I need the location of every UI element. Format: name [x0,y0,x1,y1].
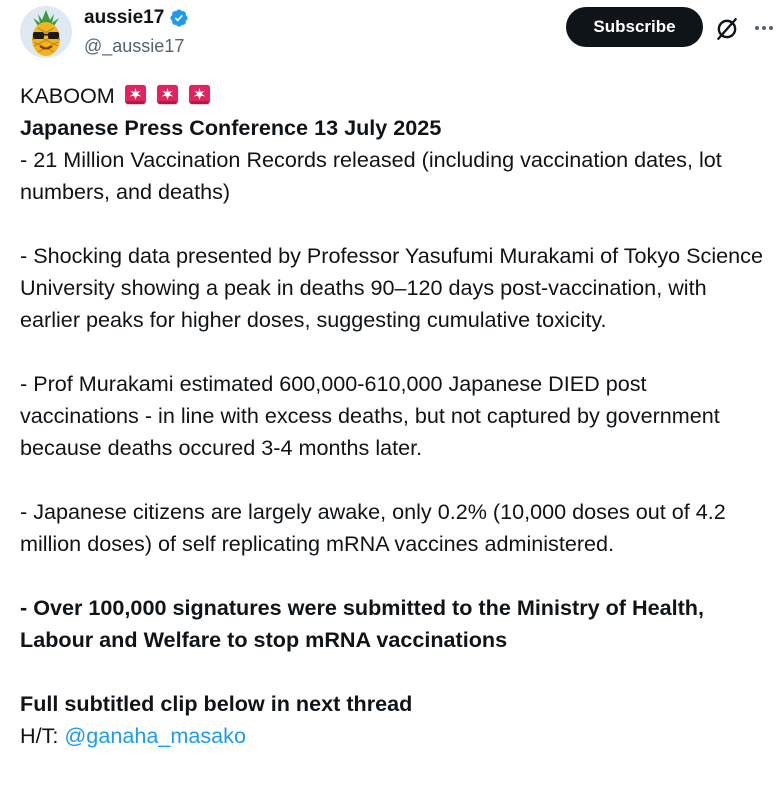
post-paragraph-4: - Japanese citizens are largely awake, o… [20,499,726,556]
more-options-icon[interactable] [750,14,778,42]
post-hat-tip: H/T: @ganaha_masako [20,720,770,752]
hat-tip-prefix: H/T: [20,723,65,748]
post-paragraph-1: - 21 Million Vaccination Records release… [20,147,722,204]
grok-icon[interactable] [714,16,740,42]
author-handle[interactable]: @_aussie17 [84,34,184,58]
rotating-light-icon [188,84,210,105]
rotating-light-icon [124,84,146,105]
post-paragraph-6: Full subtitled clip below in next thread [20,691,413,716]
post-line-kaboom: KABOOM [20,80,770,112]
author-name-text[interactable]: aussie17 [84,6,164,30]
pineapple-avatar-icon[interactable] [20,6,72,58]
rotating-light-icon [156,84,178,105]
verified-badge-icon [170,9,188,27]
post-title: Japanese Press Conference 13 July 2025 [20,115,442,140]
kaboom-text: KABOOM [20,83,115,108]
post-paragraph-3: - Prof Murakami estimated 600,000-610,00… [20,371,720,460]
post-paragraph-2: - Shocking data presented by Professor Y… [20,243,763,332]
post-header: aussie17 @_aussie17 Subscribe [0,0,784,70]
post-paragraph-5: - Over 100,000 signatures were submitted… [20,595,704,652]
post-body: KABOOM Japanese Press Conference 13 July… [20,80,770,752]
subscribe-button[interactable]: Subscribe [566,7,703,47]
author-name[interactable]: aussie17 [84,6,189,30]
mention-link[interactable]: @ganaha_masako [64,723,246,748]
